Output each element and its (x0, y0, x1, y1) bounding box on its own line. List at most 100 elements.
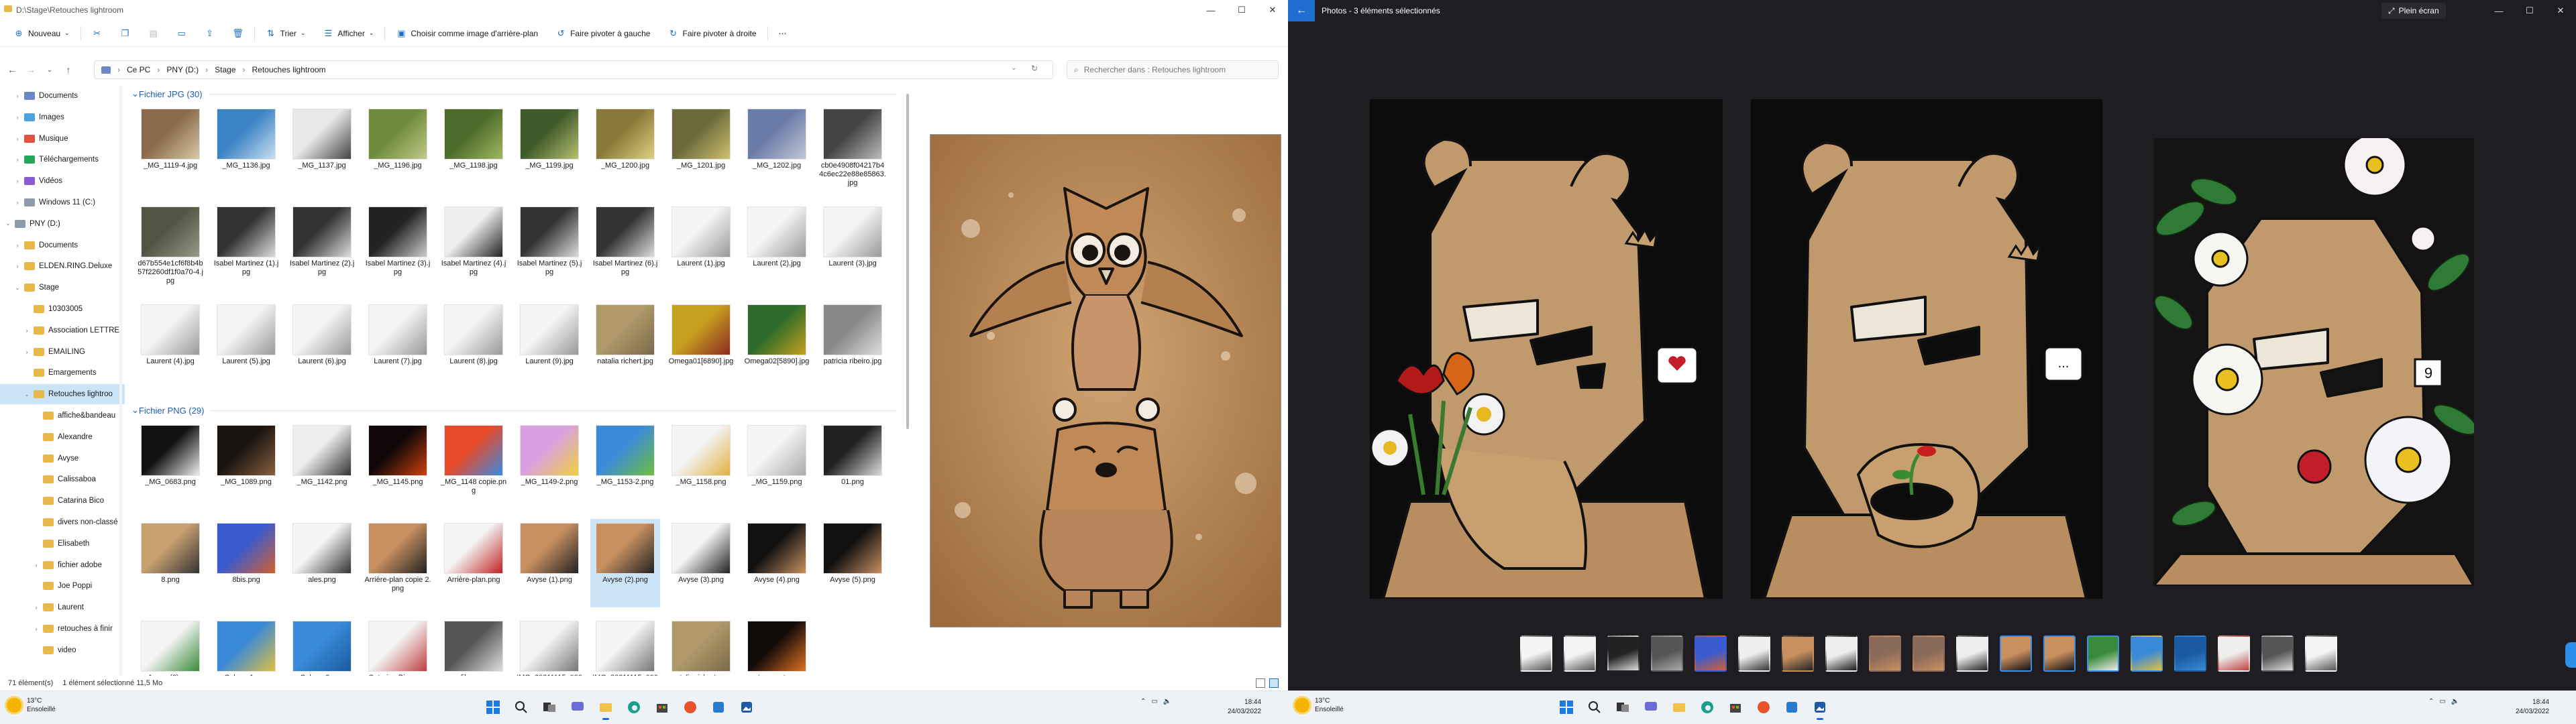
file-item[interactable]: Laurent (7).jpg (363, 300, 433, 389)
file-explorer-icon[interactable] (596, 697, 616, 720)
file-item[interactable]: Avyse (5).png (818, 519, 888, 607)
nav-item[interactable]: divers non-classé (0, 512, 125, 532)
rotate-right-button[interactable]: ↻ Faire pivoter à droite (661, 23, 763, 44)
file-item[interactable]: _MG_1153-2.png (590, 421, 660, 509)
task-view-icon[interactable] (1613, 697, 1633, 717)
file-item[interactable]: _MG_1119-4.jpg (136, 105, 205, 193)
nav-item[interactable]: Catarina Bico (0, 491, 125, 511)
scrollbar[interactable] (906, 87, 910, 670)
file-item[interactable]: Laurent (9).jpg (515, 300, 584, 389)
selected-photo[interactable]: ... (1751, 99, 2102, 599)
file-item[interactable]: Laurent (8).jpg (439, 300, 508, 389)
photos-icon[interactable] (1810, 697, 1830, 720)
nav-item[interactable]: ⌄ PNY (D:) (0, 214, 125, 234)
search-icon[interactable] (1585, 697, 1605, 717)
start-icon[interactable] (1556, 697, 1576, 717)
back-arrow-icon[interactable]: ← (1288, 0, 1315, 21)
file-item[interactable]: Isabel Martinez (5).jpg (515, 202, 584, 291)
selected-photo[interactable]: 9 (2153, 138, 2474, 586)
chevron-right-icon[interactable]: › (13, 93, 21, 99)
nav-item[interactable]: ⌄ Retouches lightroo (0, 384, 125, 405)
chevron-right-icon[interactable]: › (13, 178, 21, 184)
app-icon[interactable] (708, 697, 729, 717)
chevron-right-icon[interactable]: › (13, 242, 21, 249)
nav-item[interactable]: Avyse (0, 448, 125, 469)
details-view-icon[interactable] (1256, 678, 1265, 688)
clock[interactable]: 18:44 24/03/2022 (1228, 698, 1261, 717)
file-item[interactable]: _MG_1145.png (363, 421, 433, 509)
large-icons-view-icon[interactable] (1269, 678, 1279, 688)
system-tray[interactable]: ⌃ ▭ 🔈 (2428, 698, 2459, 705)
minimize-button[interactable]: — (1195, 0, 1226, 20)
file-item[interactable]: _MG_1089.png (211, 421, 281, 509)
maximize-button[interactable]: ☐ (2514, 0, 2545, 21)
nav-item[interactable]: Elisabeth (0, 534, 125, 554)
chevron-right-icon[interactable]: › (13, 135, 21, 142)
nav-item[interactable]: › Windows 11 (C:) (0, 192, 125, 213)
nav-item[interactable]: › Musique (0, 129, 125, 149)
back-arrow-icon[interactable]: ← (4, 62, 20, 78)
chevron-right-icon[interactable]: › (32, 604, 40, 611)
system-tray[interactable]: ⌃ ▭ 🔈 (1140, 698, 1171, 705)
file-item[interactable]: naturemorte.png (742, 617, 812, 676)
file-item[interactable]: _MG_1136.jpg (211, 105, 281, 193)
nav-item[interactable]: 10303005 (0, 299, 125, 319)
nav-item[interactable]: ⌄ Stage (0, 278, 125, 298)
nav-item[interactable]: › Documents (0, 235, 125, 255)
chevron-right-icon[interactable]: › (13, 156, 21, 163)
selected-photo[interactable] (1370, 99, 1723, 599)
chevron-right-icon[interactable]: › (13, 199, 21, 206)
weather-widget[interactable]: 13°C Ensoleillé (7, 697, 56, 714)
up-arrow-icon[interactable]: ↑ (60, 62, 76, 78)
search-icon[interactable] (511, 697, 531, 717)
breadcrumb-item[interactable]: Retouches lightroom (252, 65, 326, 74)
fullscreen-button[interactable]: ⤢ Plein écran (2381, 3, 2446, 19)
photos-icon[interactable] (737, 697, 757, 717)
address-bar[interactable]: › Ce PC › PNY (D:) › Stage › Retouches l… (94, 60, 1053, 79)
chat-icon[interactable] (1641, 697, 1661, 717)
file-item[interactable]: film.png (439, 617, 508, 676)
chevron-down-icon[interactable]: ⌄ (23, 391, 31, 398)
file-item[interactable]: Isabel Martinez (3).jpg (363, 202, 433, 291)
nav-item[interactable]: video (0, 640, 125, 660)
breadcrumb-item[interactable]: Ce PC (127, 65, 150, 74)
filmstrip-thumbnail[interactable] (1869, 636, 1901, 672)
file-item[interactable]: Isabel Martinez (1).jpg (211, 202, 281, 291)
store-icon[interactable] (1725, 697, 1746, 717)
view-button[interactable]: ☰ Afficher ⌄ (316, 23, 380, 44)
file-item[interactable]: Laurent (5).jpg (211, 300, 281, 389)
recent-chevron-icon[interactable]: ⌄ (42, 62, 58, 78)
chevron-right-icon[interactable]: › (23, 327, 31, 334)
nav-item[interactable]: › EMAILING (0, 342, 125, 362)
cut-button[interactable]: ✂ (85, 23, 109, 44)
file-item[interactable]: Avyse (2).png (590, 519, 660, 607)
pane-divider[interactable] (119, 86, 122, 676)
file-item[interactable]: Avyse (6).png (136, 617, 205, 676)
file-item[interactable]: natalia richert.jpg (590, 300, 660, 389)
file-item[interactable]: Laurent (6).jpg (287, 300, 357, 389)
file-item[interactable]: Avyse (3).png (666, 519, 736, 607)
file-item[interactable]: Laurent (3).jpg (818, 202, 888, 291)
chevron-right-icon[interactable]: › (32, 562, 40, 568)
breadcrumb-item[interactable]: PNY (D:) (166, 65, 199, 74)
file-item[interactable]: Isabel Martinez (6).jpg (590, 202, 660, 291)
nav-item[interactable]: › ELDEN.RING.Deluxe (0, 256, 125, 276)
start-icon[interactable] (483, 697, 503, 717)
chevron-down-icon[interactable]: ⌄ (1011, 64, 1016, 72)
chevron-right-icon[interactable]: › (23, 349, 31, 355)
filmstrip-thumbnail[interactable] (2043, 636, 2076, 672)
file-item[interactable]: _MG_1200.jpg (590, 105, 660, 193)
file-item[interactable]: Arrière-plan copie 2.png (363, 519, 433, 607)
nav-item[interactable]: affiche&bandeau (0, 406, 125, 426)
filmstrip-thumbnail[interactable] (2261, 636, 2294, 672)
file-item[interactable]: cb0e4908f04217b44c6ec22e88e85863.jpg (818, 105, 888, 193)
nav-item[interactable]: Emargements (0, 363, 125, 383)
sort-button[interactable]: ⇅ Trier ⌄ (259, 23, 313, 44)
filmstrip-thumbnail[interactable] (2131, 636, 2163, 672)
close-button[interactable]: ✕ (2545, 0, 2576, 21)
filmstrip-thumbnail[interactable] (1520, 636, 1552, 672)
file-item[interactable]: natalia richert.png (666, 617, 736, 676)
filmstrip-thumbnail[interactable] (2174, 636, 2206, 672)
filmstrip-thumbnail[interactable] (1738, 636, 1770, 672)
filmstrip-thumbnail[interactable] (1651, 636, 1683, 672)
